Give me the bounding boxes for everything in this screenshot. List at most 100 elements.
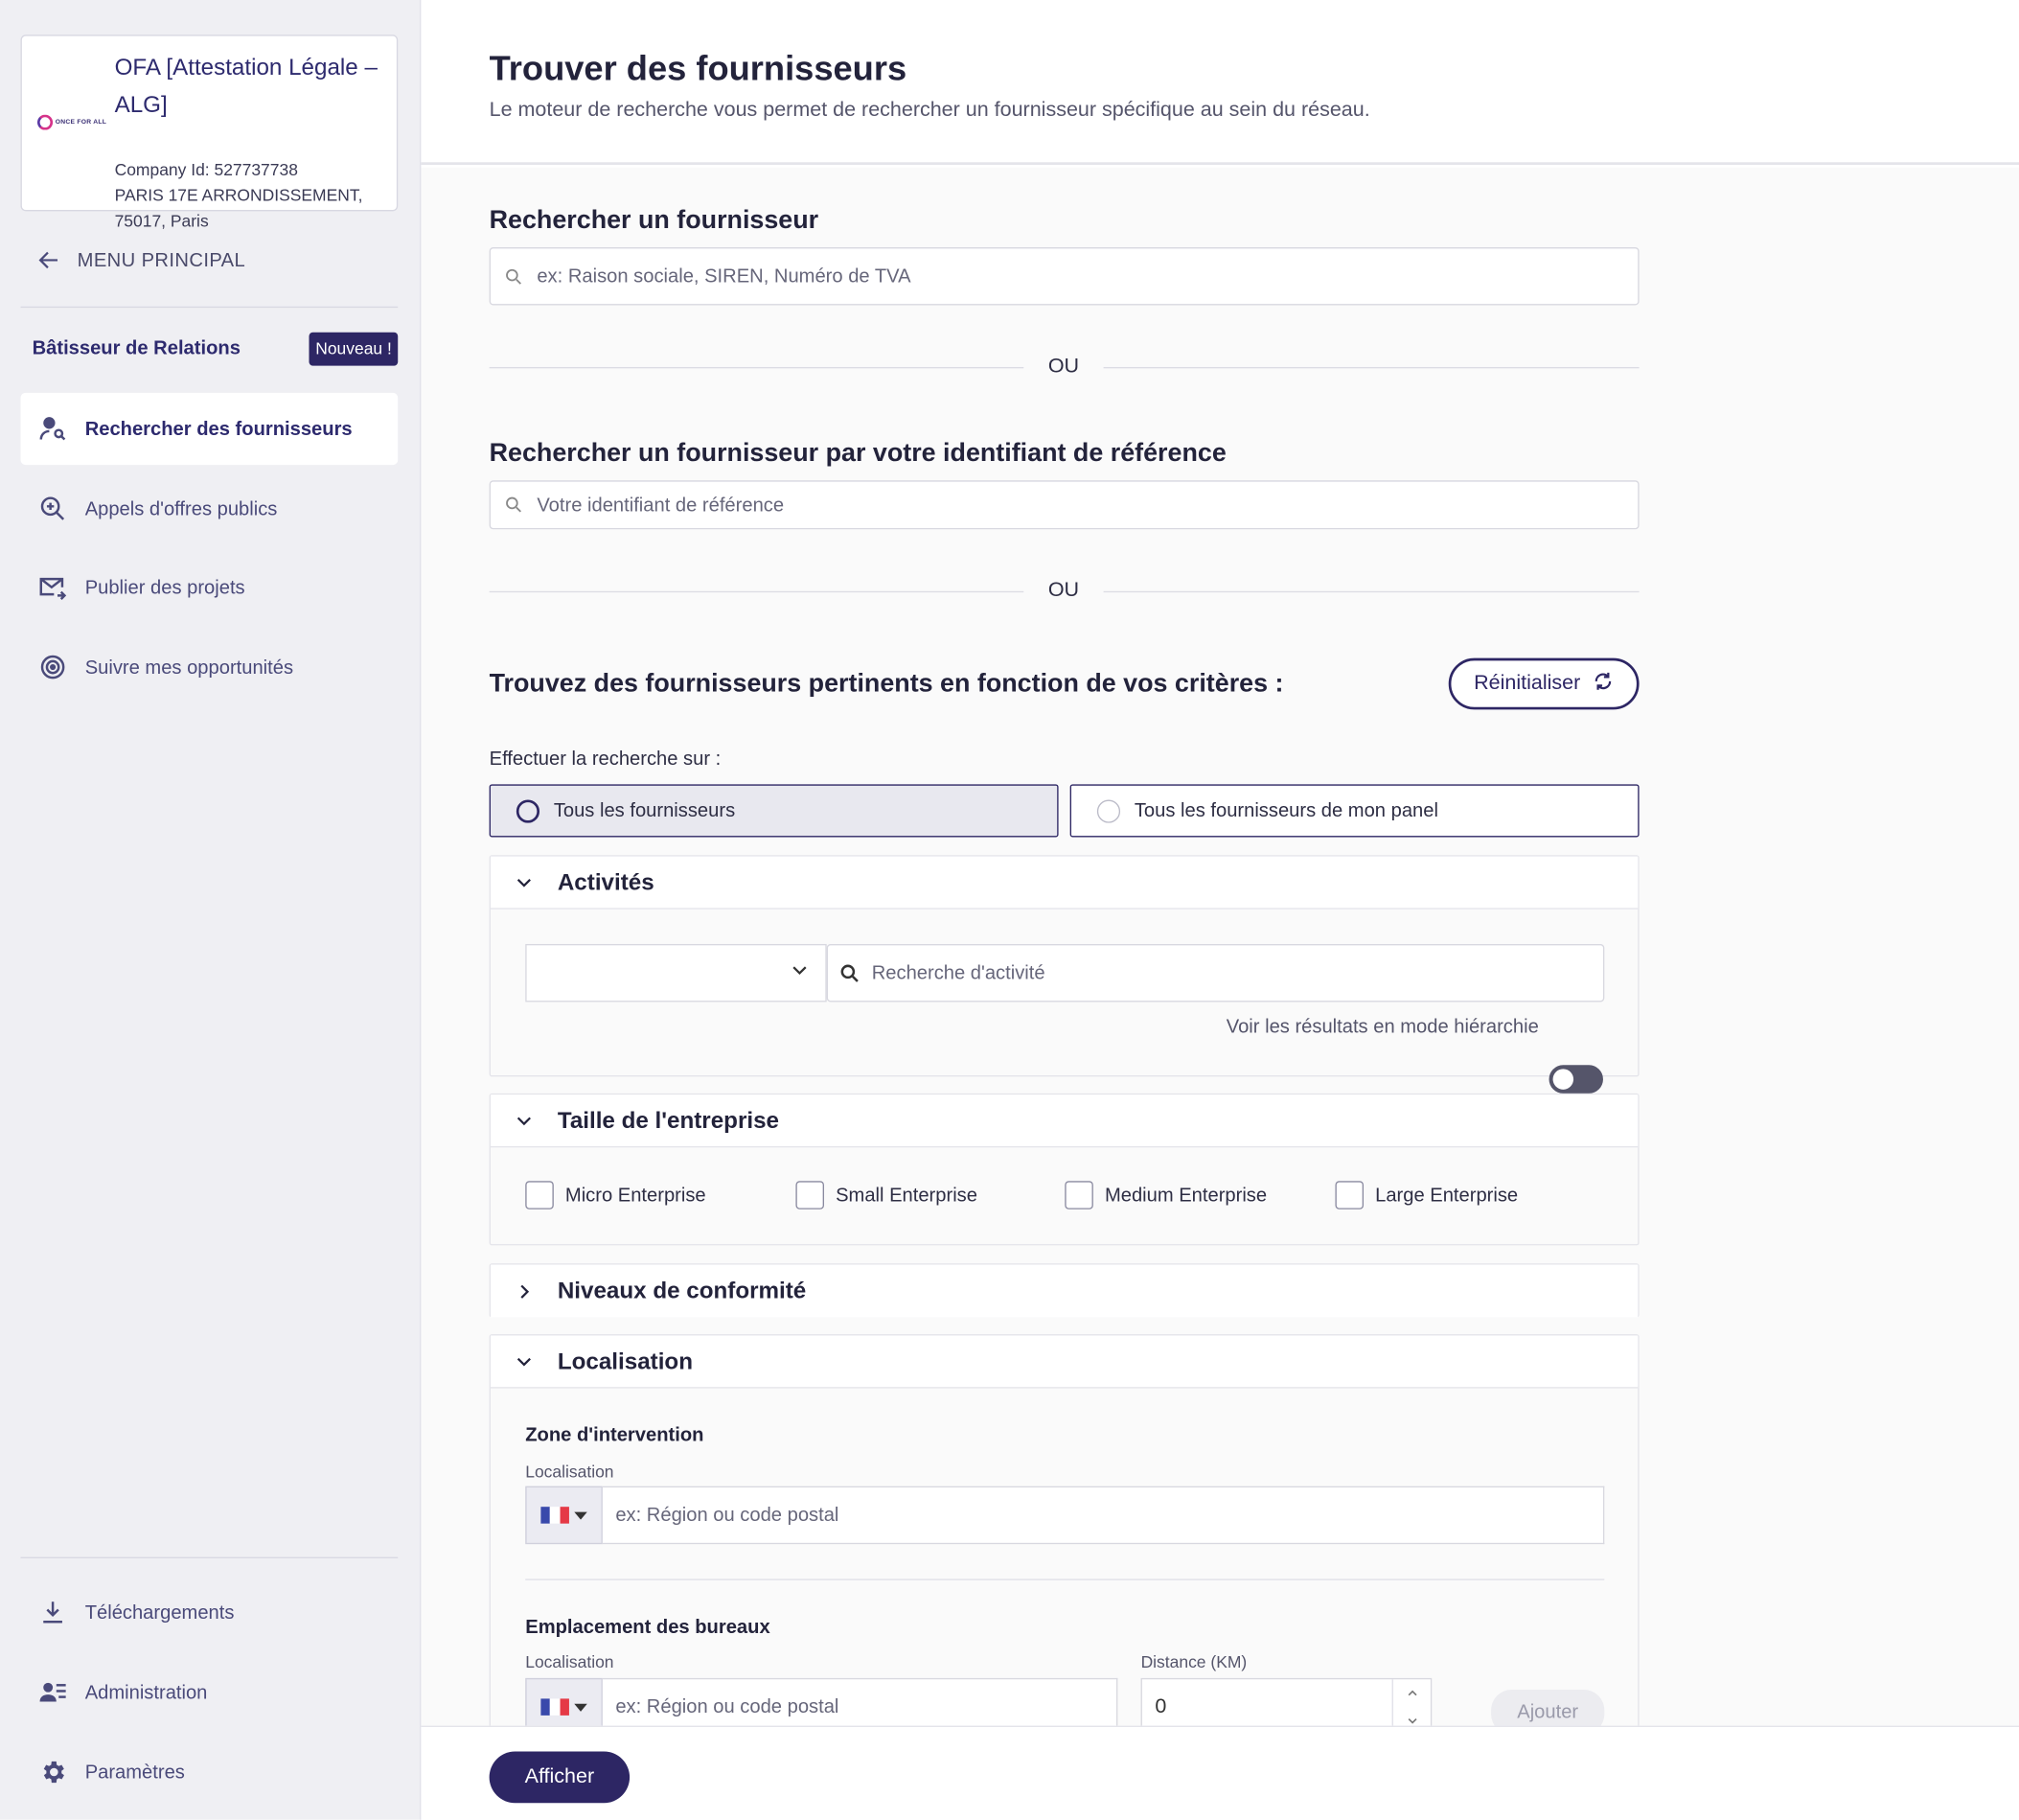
location-title: Localisation — [557, 1348, 693, 1374]
show-results-button[interactable]: Afficher — [489, 1751, 631, 1804]
france-flag-icon — [540, 1698, 569, 1716]
sidebar-item-settings[interactable]: Paramètres — [21, 1736, 399, 1808]
activity-category-select[interactable] — [525, 943, 827, 1002]
main-menu-back[interactable]: MENU PRINCIPAL — [21, 235, 399, 287]
activities-header[interactable]: Activités — [490, 856, 1639, 910]
checkbox-label: Micro Enterprise — [564, 1184, 706, 1207]
distance-value: 0 — [1155, 1695, 1167, 1717]
zone-location-input-group: ex: Région ou code postal — [525, 1486, 1605, 1545]
checkbox-box — [795, 1181, 824, 1209]
compliance-panel: Niveaux de conformité — [489, 1263, 1640, 1318]
radio-circle — [516, 798, 540, 822]
sidebar-item-track-opportunities[interactable]: Suivre mes opportunités — [21, 631, 399, 703]
sidebar-item-label: Téléchargements — [84, 1601, 235, 1624]
supplier-search-input[interactable]: ex: Raison sociale, SIREN, Numéro de TVA — [489, 247, 1640, 306]
sidebar-divider-bottom — [20, 1556, 399, 1558]
sidebar-item-administration[interactable]: Administration — [21, 1656, 399, 1728]
reset-button[interactable]: Réinitialiser — [1448, 657, 1640, 710]
company-size-panel: Taille de l'entreprise Micro Enterprise … — [489, 1093, 1640, 1246]
page-title: Trouver des fournisseurs — [489, 49, 907, 88]
sidebar-item-publish-projects[interactable]: Publier des projets — [21, 551, 399, 623]
search-icon — [828, 961, 872, 984]
company-id: Company Id: 527737738 — [114, 159, 298, 179]
or-label: OU — [1047, 355, 1080, 378]
checkbox-medium-enterprise[interactable]: Medium Enterprise — [1065, 1181, 1267, 1209]
supplier-search-placeholder: ex: Raison sociale, SIREN, Numéro de TVA — [537, 265, 911, 288]
checkbox-large-enterprise[interactable]: Large Enterprise — [1335, 1181, 1518, 1209]
checkbox-label: Large Enterprise — [1375, 1184, 1519, 1207]
activities-panel: Activités Recherche d'activité Voir les … — [489, 855, 1640, 1094]
sidebar-item-label: Appels d'offres publics — [84, 497, 278, 520]
main-content: Rechercher un fournisseur ex: Raison soc… — [421, 167, 2019, 1760]
sidebar-item-label: Administration — [84, 1681, 208, 1704]
company-card[interactable]: ONCE FOR ALL OFA [Attestation Légale – A… — [20, 35, 399, 231]
main-menu-label: MENU PRINCIPAL — [77, 249, 246, 271]
sidebar-item-search-suppliers[interactable]: Rechercher des fournisseurs — [20, 392, 399, 466]
company-address-line1: PARIS 17E ARRONDISSEMENT, — [114, 185, 363, 205]
or-line-right — [1103, 590, 1640, 592]
add-label: Ajouter — [1517, 1701, 1579, 1723]
download-icon — [21, 1599, 85, 1627]
sidebar-item-label: Paramètres — [84, 1761, 185, 1784]
sidebar-item-label: Rechercher des fournisseurs — [84, 418, 353, 440]
company-logo: ONCE FOR ALL — [36, 111, 115, 134]
search-supplier-title: Rechercher un fournisseur — [489, 206, 819, 235]
activities-title: Activités — [557, 868, 654, 895]
page-subtitle: Le moteur de recherche vous permet de re… — [489, 99, 1370, 122]
company-size-header[interactable]: Taille de l'entreprise — [490, 1094, 1639, 1148]
chevron-down-icon — [491, 872, 558, 893]
show-results-label: Afficher — [524, 1765, 595, 1788]
or-label: OU — [1047, 579, 1080, 602]
checkbox-box — [1065, 1181, 1093, 1209]
location-header[interactable]: Localisation — [490, 1335, 1639, 1389]
sidebar-item-downloads[interactable]: Téléchargements — [21, 1577, 399, 1648]
sidebar-item-label: Publier des projets — [84, 576, 245, 599]
activity-search-input[interactable]: Recherche d'activité — [826, 943, 1605, 1002]
toggle-knob — [1552, 1069, 1574, 1090]
reference-search-input[interactable]: Votre identifiant de référence — [489, 480, 1640, 530]
zone-location-label: Localisation — [525, 1462, 614, 1482]
chevron-right-icon — [491, 1280, 558, 1302]
zone-location-input[interactable]: ex: Région ou code postal — [602, 1486, 1605, 1545]
users-list-icon — [21, 1678, 85, 1707]
compliance-title: Niveaux de conformité — [557, 1278, 807, 1303]
checkbox-small-enterprise[interactable]: Small Enterprise — [795, 1181, 977, 1209]
radio-my-panel[interactable]: Tous les fournisseurs de mon panel — [1069, 784, 1640, 838]
zoom-in-icon — [21, 495, 85, 523]
radio-label: Tous les fournisseurs — [553, 799, 736, 822]
checkbox-box — [525, 1181, 554, 1209]
hierarchy-toggle[interactable] — [1549, 1065, 1603, 1094]
user-search-icon — [21, 415, 85, 444]
france-flag-icon — [540, 1507, 569, 1524]
target-icon — [21, 653, 85, 681]
search-on-label: Effectuer la recherche sur : — [489, 748, 722, 771]
chevron-down-icon — [491, 1110, 558, 1131]
logo-text: ONCE FOR ALL — [55, 118, 107, 127]
search-reference-title: Rechercher un fournisseur par votre iden… — [489, 439, 1227, 468]
page-header: Trouver des fournisseurs Le moteur de re… — [421, 0, 2019, 165]
office-location-placeholder: ex: Région ou code postal — [615, 1695, 839, 1718]
section-title: Bâtisseur de Relations — [32, 337, 241, 359]
activity-search-placeholder: Recherche d'activité — [871, 961, 1045, 984]
chevron-down-icon — [491, 1351, 558, 1372]
sidebar-divider — [20, 306, 399, 309]
radio-all-suppliers[interactable]: Tous les fournisseurs — [489, 784, 1059, 838]
chevron-down-icon — [790, 959, 811, 986]
search-icon — [491, 265, 537, 287]
refresh-icon — [1594, 670, 1615, 697]
chevron-up-icon[interactable] — [1406, 1687, 1418, 1699]
office-location-label: Localisation — [525, 1652, 614, 1672]
compliance-header[interactable]: Niveaux de conformité — [490, 1264, 1639, 1318]
reset-label: Réinitialiser — [1474, 672, 1581, 695]
checkbox-box — [1335, 1181, 1365, 1209]
checkbox-micro-enterprise[interactable]: Micro Enterprise — [525, 1181, 706, 1209]
country-selector[interactable] — [525, 1486, 603, 1545]
company-name: OFA [Attestation Légale – ALG] — [114, 54, 378, 118]
zone-title: Zone d'intervention — [525, 1424, 704, 1447]
sidebar-item-public-tenders[interactable]: Appels d'offres publics — [21, 472, 399, 544]
mail-send-icon — [21, 573, 85, 602]
radio-label: Tous les fournisseurs de mon panel — [1134, 799, 1438, 822]
radio-circle — [1096, 798, 1121, 822]
or-line-left — [489, 590, 1024, 592]
sidebar-item-label: Suivre mes opportunités — [84, 656, 294, 679]
